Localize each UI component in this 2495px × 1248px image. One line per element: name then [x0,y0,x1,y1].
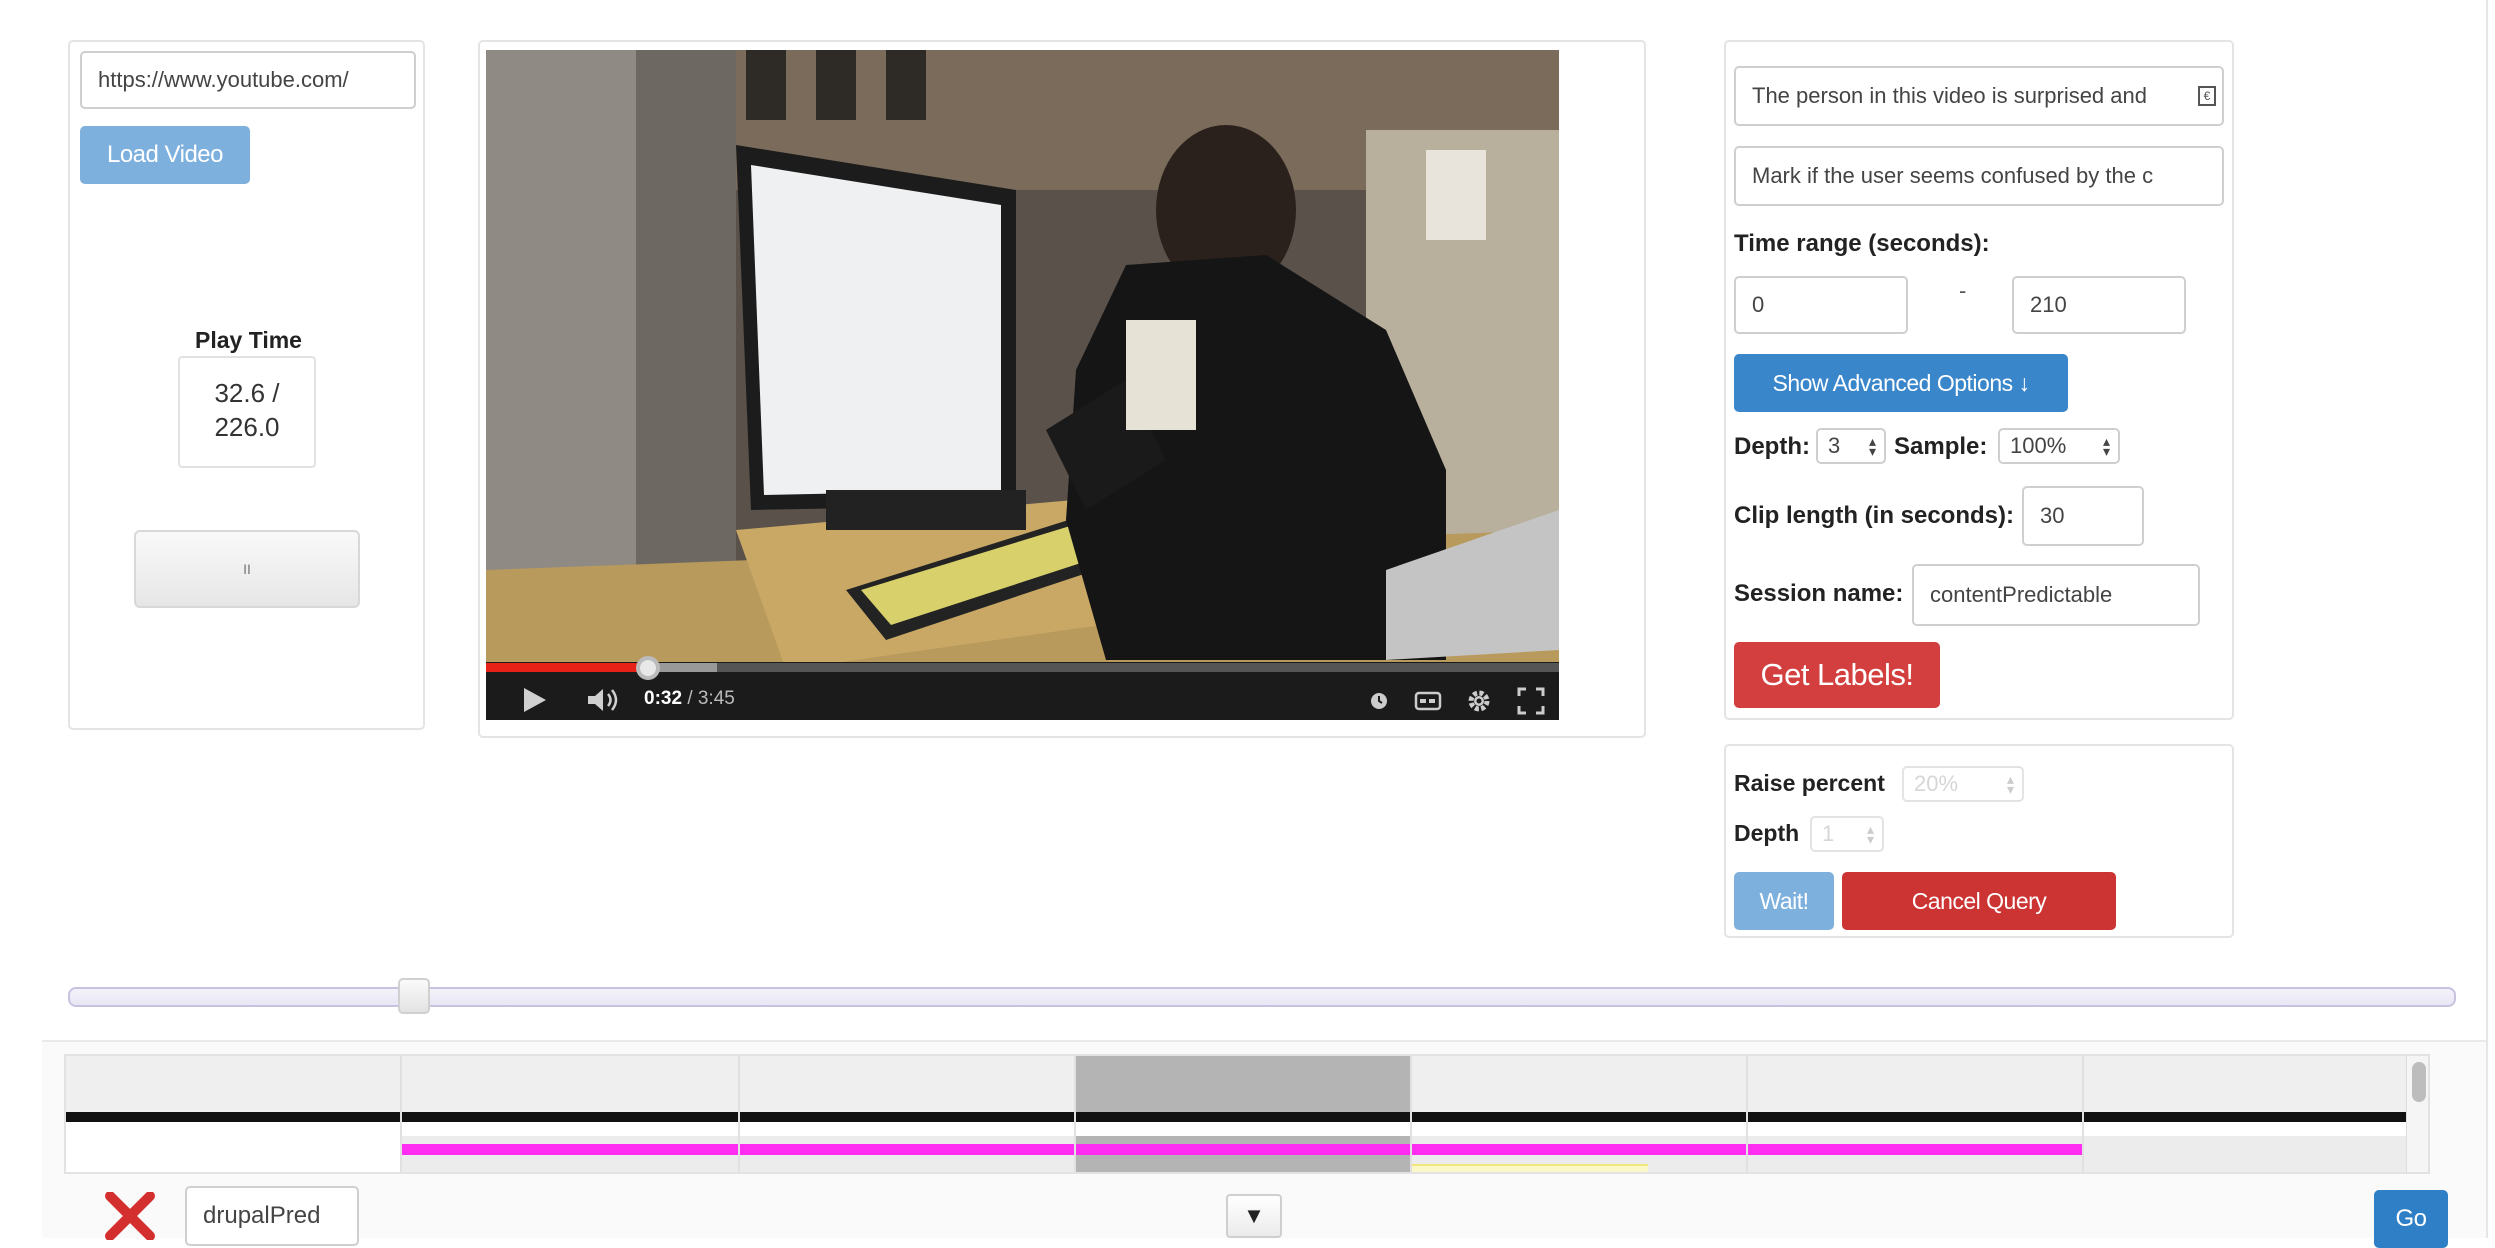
timeline-black-line [66,1112,2428,1122]
play-time-display: 32.6 / 226.0 [178,356,316,468]
play-time-current: 32.6 / [214,378,280,408]
timeline-magenta-line [402,1144,2084,1155]
load-video-button[interactable]: Load Video [80,126,250,184]
question-expand-icon[interactable]: € [2198,86,2216,106]
raise-percent-value: 20% [1914,771,1959,796]
time-range-label: Time range (seconds): [1734,230,1990,257]
video-panel: 0:32 / 3:45 [478,40,1646,738]
play-time-total: 226.0 [214,412,280,442]
fullscreen-icon[interactable] [1516,686,1546,716]
raise-percent-select[interactable]: 20% ▴ ▾ [1902,766,2024,802]
captions-icon[interactable] [1414,690,1442,712]
sample-select-value: 100% [2010,433,2067,458]
show-advanced-options-button[interactable]: Show Advanced Options ↓ [1734,354,2068,412]
clip-length-input[interactable] [2022,486,2144,546]
query-depth-label: Depth [1734,820,1800,846]
timeline-slider-handle[interactable] [398,978,430,1014]
video-time-display: 0:32 / 3:45 [644,688,735,710]
timeline-yellow-segment [1412,1164,1648,1172]
page-right-border [2486,0,2488,1238]
settings-gear-icon[interactable] [1465,687,1493,715]
timeline-divider [738,1056,740,1172]
video-current-time: 0:32 [644,688,683,709]
pause-button[interactable]: II [134,530,360,608]
delete-x-icon[interactable] [104,1192,156,1240]
query-depth-select[interactable]: 1 ▴ ▾ [1810,816,1884,852]
sample-label: Sample: [1894,433,1988,460]
chevron-down-icon: ▼ [1243,1203,1265,1228]
timeline-divider [400,1056,402,1172]
timeline-divider [1746,1056,1748,1172]
pause-icon: II [243,561,251,577]
question-input[interactable] [1734,66,2224,126]
depth-select-arrow-icon: ▴ ▾ [1868,433,1876,459]
sample-select[interactable]: 100% ▴ ▾ [1998,428,2120,464]
video-progress-handle[interactable] [636,656,660,680]
raise-percent-arrow-icon: ▴ ▾ [2006,771,2014,797]
time-to-input[interactable] [2012,276,2186,334]
timeline-scrollbar-thumb[interactable] [2412,1062,2426,1102]
depth-select-value: 3 [1828,433,1841,458]
query-depth-value: 1 [1822,821,1835,846]
wait-button[interactable]: Wait! [1734,872,1834,930]
timeline-divider [1410,1056,1412,1172]
session-dropdown-button[interactable]: ▼ [1226,1194,1282,1238]
timeline-divider [1074,1056,1076,1172]
video-url-input[interactable] [80,51,416,109]
cancel-query-button[interactable]: Cancel Query [1842,872,2116,930]
timeline-highlight-lower [1076,1136,1410,1172]
depth-select[interactable]: 3 ▴ ▾ [1816,428,1886,464]
volume-icon[interactable] [586,687,620,713]
video-progress-played [486,663,648,672]
play-icon[interactable] [522,686,548,714]
saved-session-input[interactable] [185,1186,359,1246]
raise-percent-label: Raise percent [1734,770,1885,796]
video-frame-image [486,50,1559,720]
video-duration: / 3:45 [687,688,735,709]
time-range-separator: - [1959,278,1967,303]
timeline-divider [2082,1056,2084,1172]
timeline-highlight-header [1076,1056,1410,1114]
instruction-input[interactable] [1734,146,2224,206]
sample-select-arrow-icon: ▴ ▾ [2102,433,2110,459]
time-from-input[interactable] [1734,276,1908,334]
query-settings-panel: € Time range (seconds): - Show Advanced … [1724,40,2234,720]
video-player[interactable]: 0:32 / 3:45 [486,50,1559,720]
play-time-label: Play Time [195,327,302,353]
session-name-label: Session name: [1734,580,1904,607]
timeline-panel: ▼ Go [42,1040,2488,1248]
clip-length-label: Clip length (in seconds): [1734,502,2014,529]
get-labels-button[interactable]: Get Labels! [1734,642,1940,708]
video-loader-panel: Load Video Play Time 32.6 / 226.0 II [68,40,425,730]
active-query-panel: Raise percent 20% ▴ ▾ Depth 1 ▴ ▾ Wait! Ca… [1724,744,2234,938]
query-depth-arrow-icon: ▴ ▾ [1866,821,1874,847]
timeline-tracks [64,1054,2430,1174]
session-name-input[interactable] [1912,564,2200,626]
go-button[interactable]: Go [2374,1190,2448,1248]
clock-icon[interactable] [1368,690,1390,712]
depth-label: Depth: [1734,433,1810,460]
